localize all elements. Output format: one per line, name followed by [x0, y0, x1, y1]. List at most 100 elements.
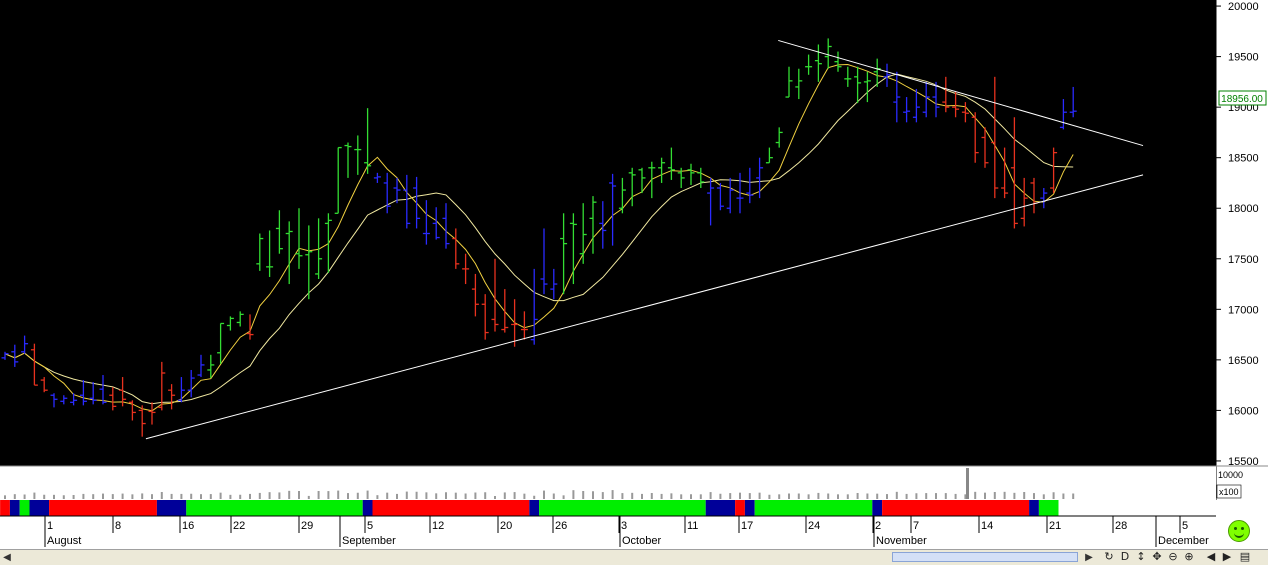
- volume-bar: [709, 492, 712, 499]
- volume-bar: [53, 494, 55, 499]
- volume-bar: [298, 491, 300, 499]
- window-icon[interactable]: ▤: [1238, 550, 1252, 564]
- date-tick-label: 29: [301, 520, 313, 532]
- volume-bar: [846, 494, 849, 499]
- volume-bar: [905, 493, 908, 499]
- volume-bar: [817, 492, 820, 499]
- band-segment: [0, 500, 10, 516]
- volume-bar: [797, 493, 800, 499]
- volume-bar: [837, 494, 839, 499]
- volume-bar: [307, 495, 310, 499]
- volume-bar: [366, 490, 369, 499]
- date-tick-label: 28: [1115, 520, 1127, 532]
- trend-color-band: [0, 500, 1059, 516]
- volume-bar: [239, 494, 242, 499]
- volume-bar: [758, 492, 761, 499]
- move-icon[interactable]: ✥: [1150, 550, 1164, 564]
- month-label: November: [876, 535, 927, 547]
- volume-bar: [827, 493, 830, 499]
- volume-bar: [748, 493, 751, 499]
- volume-bar: [895, 491, 898, 499]
- volume-bar: [376, 495, 379, 499]
- volume-bar: [611, 490, 614, 499]
- volume-bar: [670, 493, 673, 499]
- date-tick-label: 5: [1182, 520, 1188, 532]
- volume-bar: [454, 492, 457, 499]
- date-tick-label: 12: [432, 520, 444, 532]
- horizontal-scrollbar[interactable]: ◀ ▶ ↻ D ↕ ✥ ⊖ ⊕ ◀ ▶ ▤: [0, 549, 1268, 565]
- date-tick-label: 14: [981, 520, 993, 532]
- volume-bar: [337, 490, 340, 499]
- volume-bar: [82, 493, 85, 499]
- volume-bar: [523, 493, 526, 499]
- band-segment: [362, 500, 373, 516]
- volume-bar: [690, 494, 692, 499]
- volume-bar: [33, 492, 36, 499]
- volume-bar: [1033, 493, 1035, 499]
- band-segment: [539, 500, 706, 516]
- prev-icon[interactable]: ◀: [1204, 550, 1218, 564]
- volume-bar: [209, 494, 212, 499]
- month-label: October: [622, 535, 661, 547]
- band-segment: [372, 500, 530, 516]
- date-tick-label: 7: [913, 520, 919, 532]
- scroll-right-icon[interactable]: ▶: [1082, 551, 1096, 564]
- volume-bar: [1062, 493, 1065, 499]
- volume-bar: [788, 493, 790, 499]
- y-tick-label: 16500: [1228, 355, 1259, 367]
- volume-bar: [396, 493, 398, 499]
- y-tick-label: 18500: [1228, 153, 1259, 165]
- volume-bar: [170, 493, 173, 499]
- month-label: September: [342, 535, 396, 547]
- volume-bar: [474, 492, 477, 499]
- volume-bar: [435, 493, 438, 499]
- volume-bar: [190, 493, 193, 499]
- volume-bar: [327, 491, 330, 499]
- band-segment: [754, 500, 873, 516]
- date-tick-label: 16: [182, 520, 194, 532]
- y-tick-label: 16000: [1228, 405, 1259, 417]
- volume-bar: [13, 494, 16, 499]
- next-icon[interactable]: ▶: [1220, 550, 1234, 564]
- volume-bar: [925, 493, 928, 499]
- band-segment: [744, 500, 755, 516]
- volume-bar: [131, 494, 134, 499]
- volume-bar: [494, 496, 496, 499]
- volume-bar: [984, 492, 986, 499]
- volume-bar: [219, 492, 222, 499]
- volume-bar: [151, 494, 153, 499]
- volume-bar: [4, 495, 6, 499]
- volume-bar: [719, 493, 722, 499]
- volume-bar: [1052, 492, 1055, 499]
- band-segment: [705, 500, 736, 516]
- volume-bar: [1042, 494, 1045, 499]
- zoom-in-icon[interactable]: ⊕: [1182, 550, 1196, 564]
- date-tick-label: 20: [500, 520, 512, 532]
- volume-bar: [121, 493, 124, 499]
- scroll-left-icon[interactable]: ◀: [0, 551, 14, 564]
- refresh-icon[interactable]: ↻: [1102, 550, 1116, 564]
- date-tick-label: 3: [621, 520, 627, 532]
- smiley-icon[interactable]: [1228, 520, 1250, 542]
- scroll-thumb[interactable]: [892, 552, 1078, 562]
- volume-bar: [111, 494, 114, 499]
- volume-bar: [317, 491, 320, 499]
- volume-bar: [856, 493, 859, 499]
- volume-bar: [562, 495, 565, 499]
- volume-bar: [1072, 493, 1075, 499]
- volume-bar: [229, 494, 232, 499]
- volume-bar: [533, 495, 536, 499]
- volume-bar: [72, 495, 75, 499]
- zoom-out-icon[interactable]: ⊖: [1166, 550, 1180, 564]
- band-segment: [156, 500, 187, 516]
- volume-bar: [582, 491, 585, 499]
- plot-background: [0, 0, 1216, 466]
- date-tick-label: 17: [741, 520, 753, 532]
- volume-bar: [1003, 491, 1006, 499]
- volume-bar: [935, 493, 937, 499]
- band-segment: [19, 500, 30, 516]
- up-down-icon[interactable]: ↕: [1134, 550, 1148, 564]
- d-icon[interactable]: D: [1118, 550, 1132, 564]
- volume-bar: [200, 494, 202, 499]
- date-tick-label: 8: [115, 520, 121, 532]
